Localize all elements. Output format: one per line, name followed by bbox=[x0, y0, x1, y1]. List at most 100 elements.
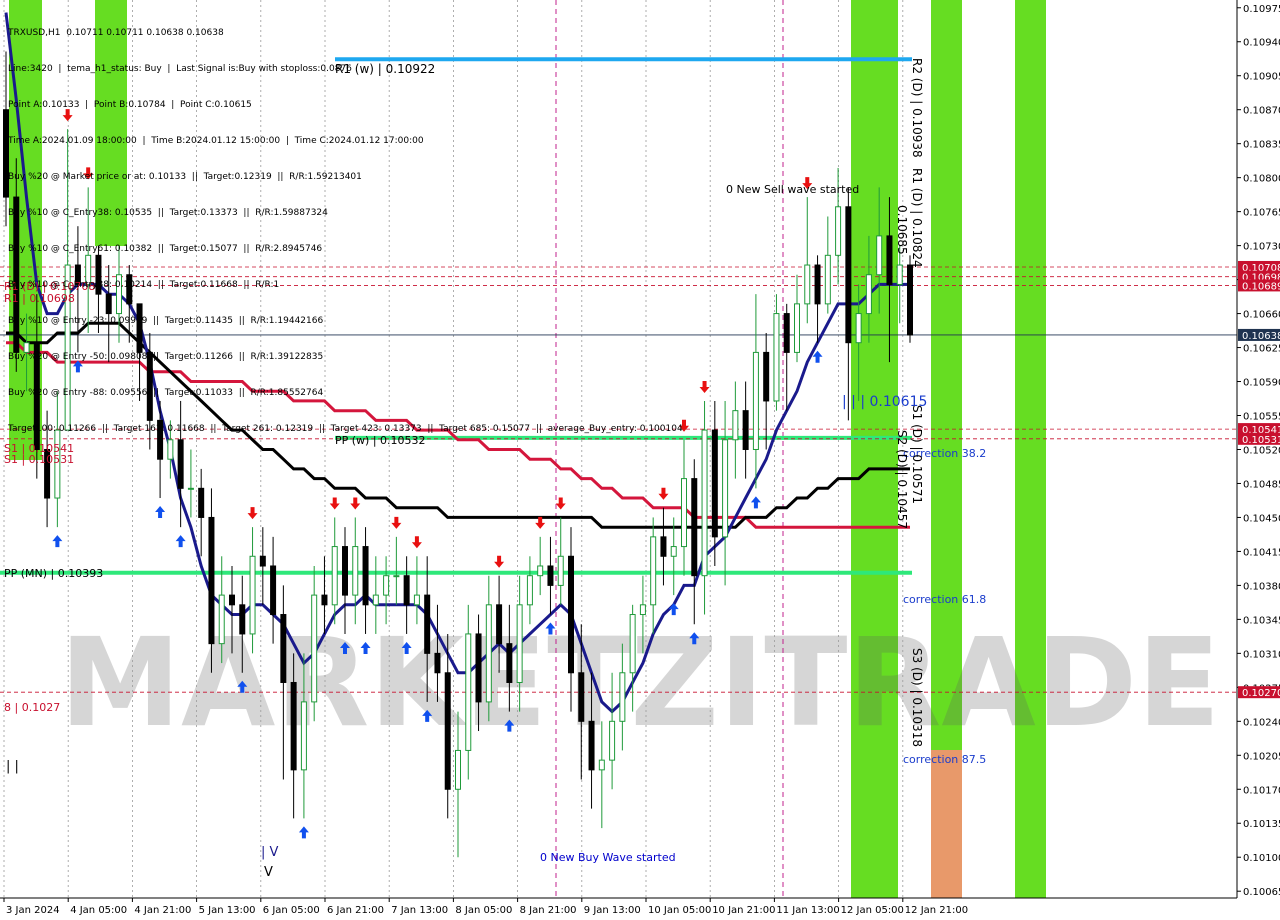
candle-body bbox=[321, 594, 328, 606]
green-zone bbox=[1015, 0, 1046, 898]
candle-body bbox=[444, 672, 451, 790]
daily-pivot-label: R2 (D) | 0.10938 bbox=[910, 58, 924, 158]
candle-body bbox=[465, 633, 472, 751]
y-tick-label: 0.10975 bbox=[1243, 4, 1280, 15]
candle-body bbox=[711, 429, 718, 538]
info-line: Buy %10 @ Entry -23: 0.09979 || Target:0… bbox=[8, 316, 324, 326]
candle-body bbox=[547, 565, 554, 586]
daily-pivot-label: R1 (D) | 0.10824 bbox=[910, 168, 924, 268]
info-line: Buy %10 @ C_Entry88: 0.10214 || Target:0… bbox=[8, 280, 280, 290]
candle-body bbox=[208, 516, 215, 645]
y-tick-label: 0.10170 bbox=[1243, 785, 1280, 796]
x-tick-label: 4 Jan 05:00 bbox=[70, 905, 127, 916]
x-tick-label: 3 Jan 2024 bbox=[6, 905, 60, 916]
candle-body bbox=[865, 274, 872, 315]
candle-body bbox=[752, 351, 759, 450]
y-tick-label: 0.10625 bbox=[1243, 344, 1280, 355]
x-tick-label: 7 Jan 13:00 bbox=[391, 905, 448, 916]
candle-body bbox=[290, 681, 297, 771]
candle-body bbox=[372, 594, 379, 606]
info-line: Buy %20 @ Entry -50: 0.09808 || Target:0… bbox=[8, 352, 324, 362]
candle-body bbox=[300, 701, 307, 771]
info-line: Line:3420 | tema_h1_status: Buy | Last S… bbox=[8, 64, 352, 74]
x-tick-label: 4 Jan 21:00 bbox=[134, 905, 191, 916]
candle-body bbox=[732, 410, 739, 441]
green-zone bbox=[851, 0, 898, 898]
x-tick-label: 10 Jan 05:00 bbox=[648, 905, 711, 916]
y-tick-label: 0.10450 bbox=[1243, 513, 1280, 524]
y-tick-label: 0.10380 bbox=[1243, 581, 1280, 592]
daily-pivot-label: 0.10685 bbox=[895, 205, 909, 255]
price-tag-label: 0.10270 bbox=[1242, 688, 1280, 699]
price-tag-label: 0.10689 bbox=[1242, 281, 1280, 292]
candle-body bbox=[670, 546, 677, 557]
candle-body bbox=[835, 206, 842, 256]
candle-body bbox=[876, 235, 883, 276]
daily-pivot-label: S3 (D) | 0.10318 bbox=[910, 648, 924, 747]
candle-body bbox=[650, 536, 657, 606]
price-axis: 0.10975 0.10940 0.10905 0.10870 0.10835 0.108… bbox=[1236, 0, 1280, 898]
candle-body bbox=[187, 487, 194, 490]
candle-body bbox=[177, 439, 184, 489]
price-tag-label: 0.10638 bbox=[1242, 331, 1280, 342]
candle-body bbox=[455, 749, 461, 790]
candle-body bbox=[526, 575, 533, 606]
y-tick-label: 0.10940 bbox=[1243, 38, 1280, 49]
watermark: MARKETZITRADE bbox=[60, 612, 1221, 754]
x-tick-label: 12 Jan 21:00 bbox=[905, 905, 968, 916]
candle-body bbox=[403, 575, 410, 606]
x-tick-label: 8 Jan 05:00 bbox=[455, 905, 512, 916]
info-line: Buy %20 @ Entry -88: 0.09556 || Target:0… bbox=[8, 388, 324, 398]
candle-body bbox=[280, 614, 287, 683]
candle-body bbox=[814, 264, 821, 305]
info-line: Time A:2024.01.09 18:00:00 | Time B:2024… bbox=[8, 136, 424, 146]
time-axis: 3 Jan 2024 4 Jan 05:00 4 Jan 21:00 5 Jan 13… bbox=[0, 897, 1237, 916]
candle-body bbox=[362, 546, 369, 606]
candle-body bbox=[629, 614, 636, 674]
candle-body bbox=[588, 720, 595, 771]
candle-body bbox=[619, 672, 626, 722]
correction-label: correction 61.8 bbox=[903, 593, 986, 606]
candle-body bbox=[485, 604, 492, 703]
x-tick-label: 8 Jan 21:00 bbox=[520, 905, 577, 916]
candle-body bbox=[742, 410, 749, 450]
candle-body bbox=[794, 303, 800, 353]
level-label-ppmn: PP (MN) | 0.10393 bbox=[4, 567, 103, 580]
candle-body bbox=[783, 313, 790, 353]
y-tick-label: 0.10485 bbox=[1243, 479, 1280, 490]
y-tick-label: 0.10730 bbox=[1243, 242, 1280, 253]
candle-body bbox=[516, 604, 523, 683]
candle-body bbox=[506, 643, 513, 683]
y-tick-label: 0.10870 bbox=[1243, 106, 1280, 117]
daily-pivot-label: S1 (D) | 0.10571 bbox=[910, 405, 924, 504]
candle-body bbox=[218, 594, 225, 645]
y-tick-label: 0.10240 bbox=[1243, 717, 1280, 728]
left-label: 8 | 0.1027 bbox=[4, 701, 60, 714]
x-tick-label: 12 Jan 05:00 bbox=[841, 905, 904, 916]
orange-zone bbox=[931, 750, 962, 898]
candle-body bbox=[804, 264, 811, 305]
candle-body bbox=[896, 264, 903, 285]
info-panel: TRXUSD,H1 0.10711 0.10711 0.10638 0.1063… bbox=[8, 3, 683, 447]
candle-body bbox=[259, 555, 266, 567]
candle-body bbox=[270, 565, 277, 616]
candle-body bbox=[886, 235, 893, 285]
watermark-text: MARKETZITRADE bbox=[60, 612, 1221, 754]
candle-body bbox=[239, 604, 246, 635]
candle-body bbox=[691, 478, 698, 577]
candle-body bbox=[701, 429, 708, 577]
y-tick-label: 0.10100 bbox=[1243, 853, 1280, 864]
y-tick-label: 0.10205 bbox=[1243, 751, 1280, 762]
candle-body bbox=[722, 439, 729, 538]
buy-wave-label: 0 New Buy Wave started bbox=[540, 851, 676, 864]
x-tick-label: 11 Jan 13:00 bbox=[776, 905, 839, 916]
candle-body bbox=[331, 546, 338, 606]
candle-body bbox=[855, 313, 862, 344]
candle-body bbox=[352, 546, 359, 596]
y-tick-label: 0.10835 bbox=[1243, 140, 1280, 151]
candle-body bbox=[413, 594, 420, 606]
y-tick-label: 0.10310 bbox=[1243, 649, 1280, 660]
candle-body bbox=[424, 594, 431, 654]
x-tick-label: 6 Jan 21:00 bbox=[327, 905, 384, 916]
candle-body bbox=[311, 594, 318, 703]
